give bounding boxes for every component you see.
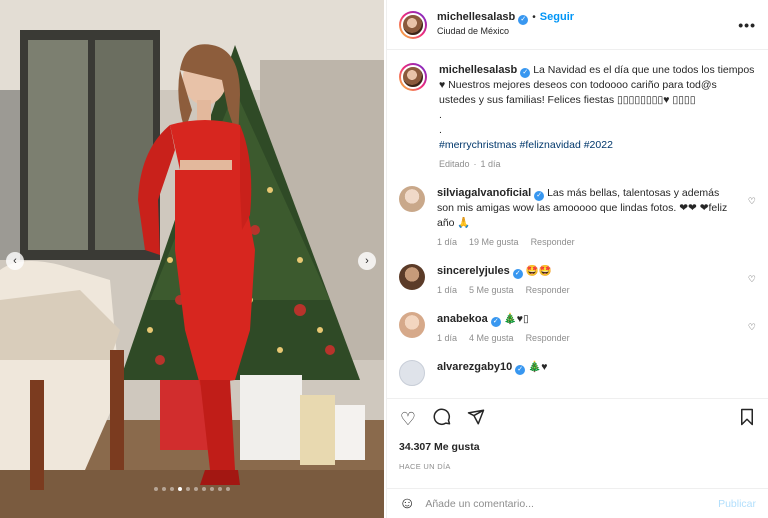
- verified-icon: ✓: [518, 15, 529, 25]
- reply-button[interactable]: Responder: [526, 333, 570, 343]
- post-header: michellesalasb ✓ • Seguir Ciudad de México …: [387, 0, 768, 50]
- comment-text: 🎄♥▯: [503, 313, 529, 325]
- comment-item: sincerelyjules ✓ 🤩🤩 1 día 5 Me gusta Respon…: [399, 264, 756, 298]
- action-bar: ♡: [387, 398, 768, 440]
- verified-icon: ✓: [512, 269, 523, 279]
- follow-button[interactable]: Seguir: [540, 11, 574, 23]
- caption-time: 1 día: [480, 159, 501, 169]
- author-username[interactable]: michellesalasb: [437, 11, 515, 23]
- verified-icon: ✓: [520, 68, 531, 78]
- caption-hashtags[interactable]: #merrychristmas #feliznavidad #2022: [439, 138, 756, 153]
- comment-item: anabekoa ✓ 🎄♥▯ 1 día 4 Me gusta Responder ♡: [399, 312, 756, 346]
- caption-username[interactable]: michellesalasb: [439, 64, 517, 76]
- comment-input[interactable]: [425, 497, 719, 510]
- comment-icon[interactable]: [431, 408, 453, 431]
- carousel-dot: [154, 487, 158, 491]
- emoji-icon[interactable]: ☺: [399, 495, 415, 513]
- carousel-dot: [170, 487, 174, 491]
- comment-avatar[interactable]: [399, 264, 425, 290]
- carousel-prev-button[interactable]: ‹: [6, 252, 24, 270]
- comment-avatar[interactable]: [399, 186, 425, 212]
- reply-button[interactable]: Responder: [531, 237, 575, 247]
- post-photo: [0, 0, 384, 518]
- carousel-dot: [226, 487, 230, 491]
- comment-avatar[interactable]: [399, 312, 425, 338]
- separator-dot: •: [532, 12, 536, 23]
- verified-icon: ✓: [515, 365, 526, 375]
- caption: michellesalasb ✓ La Navidad es el día que…: [399, 63, 756, 172]
- comment-username[interactable]: alvarezgaby10: [437, 361, 512, 373]
- comment-avatar[interactable]: [399, 360, 425, 386]
- verified-icon: ✓: [490, 317, 501, 327]
- comment-username[interactable]: sincerelyjules: [437, 265, 510, 277]
- comment-likes[interactable]: 5 Me gusta: [469, 285, 514, 295]
- carousel-dot: [194, 487, 198, 491]
- comment-time: 1 día: [437, 285, 458, 295]
- caption-dot: .: [439, 124, 442, 136]
- carousel-next-button[interactable]: ›: [358, 252, 376, 270]
- carousel-dot: [210, 487, 214, 491]
- post-panel: michellesalasb ✓ • Seguir Ciudad de México …: [386, 0, 768, 518]
- comment-username[interactable]: anabekoa: [437, 313, 488, 325]
- comment-text: 🎄♥: [528, 361, 548, 373]
- comments-scroll-area[interactable]: michellesalasb ✓ La Navidad es el día que…: [387, 51, 768, 397]
- more-options-icon[interactable]: •••: [738, 17, 756, 33]
- carousel-indicator: [0, 487, 384, 491]
- comment-item: alvarezgaby10 ✓ 🎄♥: [399, 360, 756, 386]
- heart-icon[interactable]: ♡: [748, 196, 756, 207]
- separator-dot: ·: [473, 159, 477, 169]
- comment-composer: ☺ Publicar: [387, 488, 768, 518]
- comment-item: silviagalvanoficial ✓ Las más bellas, tal…: [399, 186, 756, 250]
- comment-likes[interactable]: 19 Me gusta: [469, 237, 519, 247]
- carousel-dot: [186, 487, 190, 491]
- heart-icon[interactable]: ♡: [748, 274, 756, 285]
- comment-username[interactable]: silviagalvanoficial: [437, 187, 531, 199]
- carousel-dot: [202, 487, 206, 491]
- carousel-dot: [178, 487, 182, 491]
- publish-button[interactable]: Publicar: [718, 498, 756, 510]
- edited-label: Editado: [439, 159, 470, 169]
- comment-text: 🤩🤩: [525, 265, 552, 277]
- comment-time: 1 día: [437, 333, 458, 343]
- carousel-dot: [162, 487, 166, 491]
- share-icon[interactable]: [465, 408, 487, 431]
- comment-time: 1 día: [437, 237, 458, 247]
- likes-count[interactable]: 34.307 Me gusta: [399, 441, 480, 453]
- comment-likes[interactable]: 4 Me gusta: [469, 333, 514, 343]
- heart-icon[interactable]: ♡: [397, 409, 419, 430]
- bookmark-icon[interactable]: [736, 408, 758, 431]
- author-avatar[interactable]: [399, 10, 427, 39]
- caption-avatar[interactable]: [399, 63, 427, 91]
- post-media[interactable]: ‹ ›: [0, 0, 384, 518]
- heart-icon[interactable]: ♡: [748, 322, 756, 333]
- post-time: HACE UN DÍA: [399, 462, 451, 471]
- caption-dot: .: [439, 109, 442, 121]
- verified-icon: ✓: [534, 191, 545, 201]
- reply-button[interactable]: Responder: [526, 285, 570, 295]
- post-location[interactable]: Ciudad de México: [437, 25, 738, 38]
- carousel-dot: [218, 487, 222, 491]
